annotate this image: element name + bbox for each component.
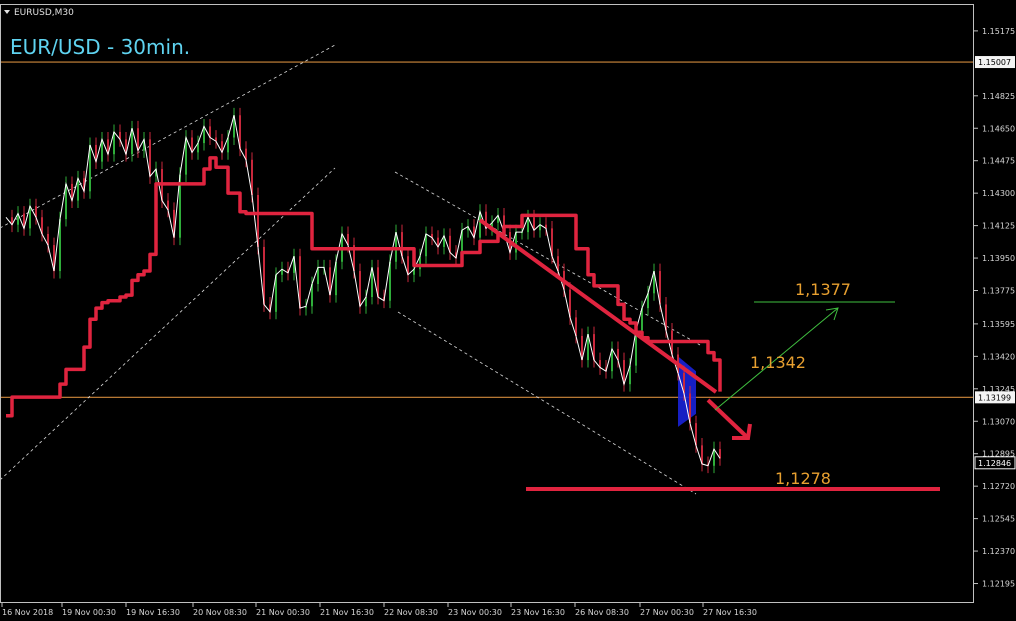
x-tick-label: 19 Nov 16:30 xyxy=(126,608,180,617)
price-tag-label: 1.15007 xyxy=(978,58,1011,67)
y-tick-label: 1.14825 xyxy=(982,92,1015,101)
y-tick-label: 1.14125 xyxy=(982,222,1015,231)
y-tick-label: 1.13775 xyxy=(982,287,1015,296)
x-tick-label: 20 Nov 08:30 xyxy=(193,608,247,617)
current-price-label: 1.12846 xyxy=(978,459,1011,468)
y-tick-label: 1.13595 xyxy=(982,320,1015,329)
x-tick-label: 23 Nov 16:30 xyxy=(511,608,565,617)
x-tick-label: 16 Nov 2018 xyxy=(2,608,53,617)
chart-title: EUR/USD - 30min. xyxy=(10,35,190,59)
price-tag-label: 1.13199 xyxy=(978,393,1011,402)
y-tick-label: 1.15175 xyxy=(982,27,1015,36)
y-tick-label: 1.12720 xyxy=(982,482,1015,491)
x-tick-label: 27 Nov 00:30 xyxy=(640,608,694,617)
y-tick-label: 1.14650 xyxy=(982,124,1015,133)
resistance-label: 1,1342 xyxy=(750,353,806,372)
bullish-target-label: 1,1377 xyxy=(795,280,851,299)
y-tick-label: 1.12370 xyxy=(982,547,1015,556)
x-tick-label: 22 Nov 08:30 xyxy=(384,608,438,617)
x-tick-label: 26 Nov 08:30 xyxy=(575,608,629,617)
x-tick-label: 21 Nov 00:30 xyxy=(256,608,310,617)
symbol-label: EURUSD,M30 xyxy=(14,8,74,18)
chart: 1.15175 1.14825 1.14650 1.14475 1.14300 1.141… xyxy=(0,0,1016,621)
y-tick-label: 1.12195 xyxy=(982,580,1015,589)
y-tick-label: 1.13420 xyxy=(982,352,1015,361)
x-tick-label: 27 Nov 16:30 xyxy=(703,608,757,617)
x-tick-label: 19 Nov 00:30 xyxy=(62,608,116,617)
x-tick-label: 21 Nov 16:30 xyxy=(320,608,374,617)
y-tick-label: 1.13950 xyxy=(982,254,1015,263)
y-tick-label: 1.14475 xyxy=(982,157,1015,166)
y-tick-label: 1.13070 xyxy=(982,417,1015,426)
support-label: 1,1278 xyxy=(775,469,831,488)
chart-background xyxy=(0,0,1016,621)
y-tick-label: 1.12545 xyxy=(982,515,1015,524)
x-tick-label: 23 Nov 00:30 xyxy=(448,608,502,617)
y-tick-label: 1.14300 xyxy=(982,189,1015,198)
window-header: EURUSD,M30 xyxy=(4,8,74,18)
